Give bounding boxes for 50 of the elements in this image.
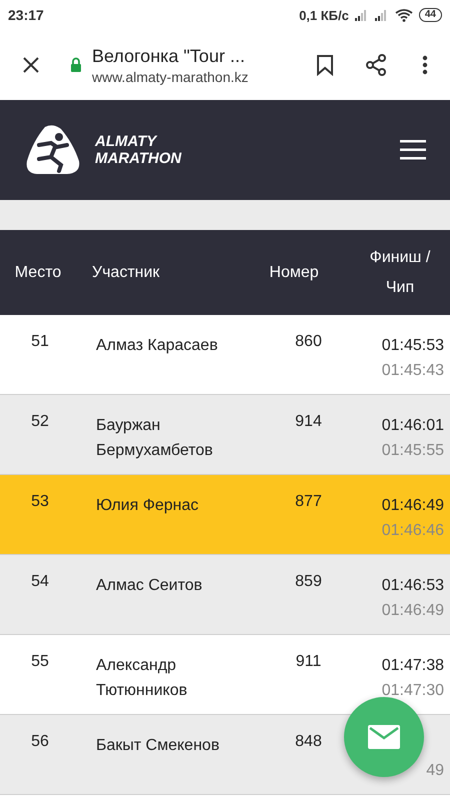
- table-cell-text: Алмаз Карасаев: [95, 336, 219, 356]
- logo-text: MARATHON: [95, 150, 182, 167]
- signal-icon: [354, 9, 369, 21]
- bookmark-icon[interactable]: [316, 54, 334, 76]
- table-cell-text: 54: [30, 573, 50, 591]
- battery-icon: 44: [418, 8, 442, 22]
- signal-icon: [374, 9, 389, 21]
- chip-time: 01:47:30: [382, 681, 444, 701]
- column-header: Участник: [91, 263, 161, 283]
- table-cell-text: 914: [294, 413, 323, 431]
- chip-time: 49: [426, 761, 444, 781]
- table-cell-text: Бакыт Смекенов: [95, 736, 220, 756]
- table-cell-text: Бауржан Бермухамбетов: [95, 416, 214, 461]
- share-icon[interactable]: [364, 53, 388, 77]
- table-cell-text: 52: [30, 413, 50, 431]
- column-header: Место: [14, 264, 62, 282]
- table-cell-text: Александр Тютюнников: [95, 656, 188, 701]
- table-cell-text: 51: [30, 333, 50, 351]
- menu-icon[interactable]: [400, 139, 426, 161]
- finish-time: 01:46:01: [382, 416, 444, 436]
- mail-icon: [368, 725, 400, 749]
- table-cell-text: 848: [294, 733, 323, 751]
- table-cell-text: Юлия Фернас: [95, 496, 200, 516]
- table-cell-text: 911: [294, 653, 322, 671]
- status-time: 23:17: [8, 7, 44, 23]
- page-title: Велогонка "Tour ...: [92, 46, 246, 66]
- chip-time: 01:45:55: [382, 441, 444, 461]
- network-speed: 0,1 КБ/с: [299, 8, 349, 22]
- table-cell-text: 55: [30, 653, 50, 671]
- table-cell-text: 860: [294, 333, 323, 351]
- table-cell-text: 53: [30, 493, 50, 511]
- table-cell-text: 859: [294, 573, 323, 591]
- chip-time: 01:45:43: [382, 361, 444, 381]
- column-header: Номер: [268, 264, 320, 282]
- chip-time: 01:46:46: [382, 521, 444, 541]
- close-icon[interactable]: [22, 56, 40, 74]
- finish-time: 01:46:49: [382, 496, 444, 516]
- finish-time: 01:47:38: [382, 656, 444, 676]
- table-cell-text: Алмас Сеитов: [95, 576, 204, 596]
- finish-time: 01:46:53: [382, 576, 444, 596]
- more-icon[interactable]: [422, 55, 428, 75]
- logo-text: ALMATY: [95, 133, 158, 150]
- page-url[interactable]: www.almaty-marathon.kz: [92, 68, 292, 84]
- wifi-icon: [394, 8, 413, 22]
- column-header: Финиш / Чип: [368, 248, 432, 298]
- finish-time: 01:45:53: [382, 336, 444, 356]
- chip-time: 01:46:49: [382, 601, 444, 621]
- runner-logo-icon[interactable]: [25, 125, 81, 175]
- table-cell-text: 877: [294, 493, 323, 511]
- table-cell-text: 56: [30, 733, 50, 751]
